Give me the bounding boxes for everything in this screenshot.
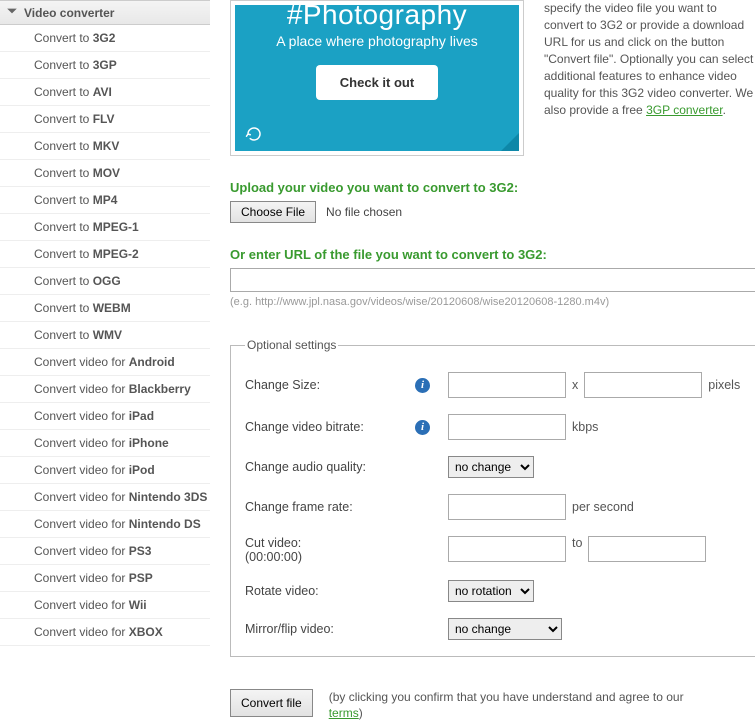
audio-label: Change audio quality: xyxy=(245,460,415,474)
fold-corner-icon xyxy=(501,133,519,151)
frame-rate-input[interactable] xyxy=(448,494,566,520)
upload-heading: Upload your video you want to convert to… xyxy=(230,180,755,195)
size-width-input[interactable] xyxy=(448,372,566,398)
bitrate-input[interactable] xyxy=(448,414,566,440)
info-icon[interactable]: i xyxy=(415,420,430,435)
sidebar-item-ps3[interactable]: Convert video for PS3 xyxy=(0,538,210,565)
sidebar-item-xbox[interactable]: Convert video for XBOX xyxy=(0,619,210,646)
url-input[interactable] xyxy=(230,268,755,292)
file-status: No file chosen xyxy=(326,205,402,219)
main-content: #Photography A place where photography l… xyxy=(210,0,755,657)
disclaimer: (by clicking you confirm that you have u… xyxy=(329,689,689,721)
sidebar-item-mp4[interactable]: Convert to MP4 xyxy=(0,187,210,214)
frame-label: Change frame rate: xyxy=(245,500,415,514)
promo-card: #Photography A place where photography l… xyxy=(230,0,524,156)
sidebar-item-nintendo-ds[interactable]: Convert video for Nintendo DS xyxy=(0,511,210,538)
sidebar-item-3gp[interactable]: Convert to 3GP xyxy=(0,52,210,79)
size-sep: x xyxy=(572,378,578,392)
choose-file-button[interactable]: Choose File xyxy=(230,201,316,223)
sidebar: Video converter Convert to 3G2Convert to… xyxy=(0,0,210,657)
sidebar-item-wii[interactable]: Convert video for Wii xyxy=(0,592,210,619)
related-converter-link[interactable]: 3GP converter xyxy=(646,103,723,117)
intro-text: specify the video file you want to conve… xyxy=(544,0,755,156)
url-hint: (e.g. http://www.jpl.nasa.gov/videos/wis… xyxy=(230,296,755,308)
sidebar-item-ipad[interactable]: Convert video for iPad xyxy=(0,403,210,430)
mirror-label: Mirror/flip video: xyxy=(245,622,415,636)
size-unit: pixels xyxy=(708,378,740,392)
cut-to-input[interactable] xyxy=(588,536,706,562)
mirror-select[interactable]: no change xyxy=(448,618,562,640)
optional-settings: Optional settings Change Size: i x pixel… xyxy=(230,338,755,657)
url-heading: Or enter URL of the file you want to con… xyxy=(230,247,755,262)
sidebar-item-mpeg-2[interactable]: Convert to MPEG-2 xyxy=(0,241,210,268)
sidebar-item-android[interactable]: Convert video for Android xyxy=(0,349,210,376)
reload-icon[interactable] xyxy=(245,125,263,143)
optional-legend: Optional settings xyxy=(245,338,338,352)
sidebar-item-wmv[interactable]: Convert to WMV xyxy=(0,322,210,349)
promo-subtitle: A place where photography lives xyxy=(249,33,505,49)
sidebar-item-flv[interactable]: Convert to FLV xyxy=(0,106,210,133)
sidebar-item-psp[interactable]: Convert video for PSP xyxy=(0,565,210,592)
terms-link[interactable]: terms xyxy=(329,706,359,720)
sidebar-header[interactable]: Video converter xyxy=(0,0,210,25)
cut-label: Cut video: (00:00:00) xyxy=(245,536,415,564)
promo-title: #Photography xyxy=(249,0,505,31)
sidebar-item-iphone[interactable]: Convert video for iPhone xyxy=(0,430,210,457)
sidebar-item-mkv[interactable]: Convert to MKV xyxy=(0,133,210,160)
audio-quality-select[interactable]: no change xyxy=(448,456,534,478)
sidebar-item-blackberry[interactable]: Convert video for Blackberry xyxy=(0,376,210,403)
cut-sep: to xyxy=(572,536,582,550)
rotate-label: Rotate video: xyxy=(245,584,415,598)
promo-cta-button[interactable]: Check it out xyxy=(316,65,438,100)
sidebar-item-3g2[interactable]: Convert to 3G2 xyxy=(0,25,210,52)
rotate-select[interactable]: no rotation xyxy=(448,580,534,602)
sidebar-header-label: Video converter xyxy=(24,6,114,20)
sidebar-item-mov[interactable]: Convert to MOV xyxy=(0,160,210,187)
sidebar-item-ogg[interactable]: Convert to OGG xyxy=(0,268,210,295)
bitrate-unit: kbps xyxy=(572,420,598,434)
sidebar-item-webm[interactable]: Convert to WEBM xyxy=(0,295,210,322)
sidebar-item-nintendo-3ds[interactable]: Convert video for Nintendo 3DS xyxy=(0,484,210,511)
chevron-down-icon xyxy=(6,5,18,20)
size-height-input[interactable] xyxy=(584,372,702,398)
sidebar-item-mpeg-1[interactable]: Convert to MPEG-1 xyxy=(0,214,210,241)
size-label: Change Size: xyxy=(245,378,415,392)
frame-unit: per second xyxy=(572,500,634,514)
convert-button[interactable]: Convert file xyxy=(230,689,313,717)
info-icon[interactable]: i xyxy=(415,378,430,393)
sidebar-item-avi[interactable]: Convert to AVI xyxy=(0,79,210,106)
cut-from-input[interactable] xyxy=(448,536,566,562)
sidebar-item-ipod[interactable]: Convert video for iPod xyxy=(0,457,210,484)
bitrate-label: Change video bitrate: xyxy=(245,420,415,434)
